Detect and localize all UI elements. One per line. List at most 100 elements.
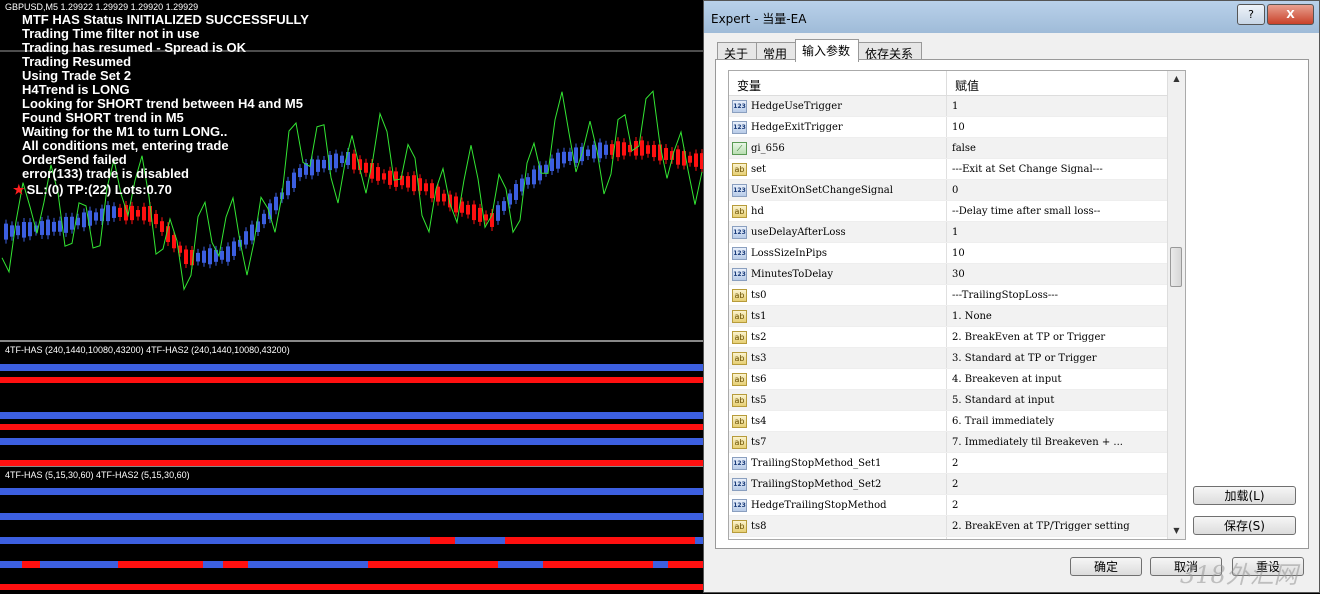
param-name: HedgeTrailingStopMethod bbox=[751, 499, 887, 511]
param-value[interactable]: 10 bbox=[947, 117, 1167, 137]
scroll-down-icon[interactable]: ▼ bbox=[1168, 523, 1185, 539]
param-row-BreakEvenLock_Set1[interactable]: 123BreakEvenLock_Set120 bbox=[729, 537, 1185, 539]
param-name-cell[interactable]: ab ts0 bbox=[729, 285, 947, 305]
param-name-cell[interactable]: 123 HedgeExitTrigger bbox=[729, 117, 947, 137]
param-value[interactable]: 2. BreakEven at TP/Trigger setting bbox=[947, 516, 1167, 536]
param-name-cell[interactable]: ab hd bbox=[729, 201, 947, 221]
candle-body bbox=[382, 173, 386, 180]
param-value[interactable]: 2. BreakEven at TP or Trigger bbox=[947, 327, 1167, 347]
star-icon: ★ bbox=[13, 182, 25, 197]
param-name-cell[interactable]: 123 HedgeTrailingStopMethod bbox=[729, 495, 947, 515]
param-row-HedgeUseTrigger[interactable]: 123 HedgeUseTrigger 1 bbox=[729, 96, 1185, 117]
param-row-LossSizeInPips[interactable]: 123 LossSizeInPips 10 bbox=[729, 243, 1185, 264]
candle-body bbox=[220, 250, 224, 260]
param-name-cell[interactable]: ab set bbox=[729, 159, 947, 179]
str-type-icon: ab bbox=[732, 204, 747, 218]
param-value[interactable]: 0 bbox=[947, 180, 1167, 200]
param-value[interactable]: ---TrailingStopLoss--- bbox=[947, 285, 1167, 305]
param-name-cell[interactable]: 123 TrailingStopMethod_Set1 bbox=[729, 453, 947, 473]
param-name-cell[interactable]: ab ts1 bbox=[729, 306, 947, 326]
param-name-cell[interactable]: 123 useDelayAfterLoss bbox=[729, 222, 947, 242]
candle-body bbox=[196, 252, 200, 262]
param-name-cell[interactable]: ⟋ gi_656 bbox=[729, 138, 947, 158]
param-value[interactable]: 5. Standard at input bbox=[947, 390, 1167, 410]
param-value[interactable]: 30 bbox=[947, 264, 1167, 284]
param-row-ts2[interactable]: ab ts2 2. BreakEven at TP or Trigger bbox=[729, 327, 1185, 348]
param-row-set[interactable]: ab set ---Exit at Set Change Signal--- bbox=[729, 159, 1185, 180]
save-button[interactable]: 保存(S) bbox=[1193, 516, 1296, 535]
help-button[interactable]: ? bbox=[1237, 4, 1265, 25]
param-name-cell[interactable]: ab ts5 bbox=[729, 390, 947, 410]
param-row-HedgeExitTrigger[interactable]: 123 HedgeExitTrigger 10 bbox=[729, 117, 1185, 138]
header-variable[interactable]: 变量 bbox=[729, 71, 947, 95]
param-value[interactable]: 1. None bbox=[947, 306, 1167, 326]
price-chart[interactable]: GBPUSD,M5 1.29922 1.29929 1.29920 1.2992… bbox=[0, 0, 707, 341]
candle-body bbox=[502, 201, 506, 211]
dialog-titlebar[interactable]: Expert - 当量-EA ? X bbox=[704, 1, 1319, 33]
close-button[interactable]: X bbox=[1267, 4, 1314, 25]
param-name-cell[interactable]: 123 HedgeUseTrigger bbox=[729, 96, 947, 116]
scroll-up-icon[interactable]: ▲ bbox=[1168, 71, 1185, 87]
param-value[interactable]: ---Exit at Set Change Signal--- bbox=[947, 159, 1167, 179]
param-row-TrailingStopMethod_Set2[interactable]: 123 TrailingStopMethod_Set2 2 bbox=[729, 474, 1185, 495]
param-name-cell[interactable]: ab ts2 bbox=[729, 327, 947, 347]
candle-body bbox=[250, 224, 254, 241]
candle-body bbox=[70, 216, 74, 230]
param-row-MinutesToDelay[interactable]: 123 MinutesToDelay 30 bbox=[729, 264, 1185, 285]
candle-body bbox=[592, 144, 596, 159]
candle-body bbox=[568, 151, 572, 162]
param-row-ts5[interactable]: ab ts5 5. Standard at input bbox=[729, 390, 1185, 411]
param-value[interactable]: 20 bbox=[947, 537, 1167, 539]
param-row-ts7[interactable]: ab ts7 7. Immediately til Breakeven + ... bbox=[729, 432, 1185, 453]
ok-button[interactable]: 确定 bbox=[1070, 557, 1142, 576]
param-value[interactable]: 2 bbox=[947, 474, 1167, 494]
param-value[interactable]: 2 bbox=[947, 453, 1167, 473]
param-row-ts1[interactable]: ab ts1 1. None bbox=[729, 306, 1185, 327]
param-row-useDelayAfterLoss[interactable]: 123 useDelayAfterLoss 1 bbox=[729, 222, 1185, 243]
param-name-cell[interactable]: ab ts6 bbox=[729, 369, 947, 389]
scroll-thumb[interactable] bbox=[1170, 247, 1182, 287]
param-value[interactable]: 6. Trail immediately bbox=[947, 411, 1167, 431]
param-row-ts8[interactable]: ab ts8 2. BreakEven at TP/Trigger setting bbox=[729, 516, 1185, 537]
tab-inputs[interactable]: 输入参数 bbox=[795, 39, 860, 62]
load-button[interactable]: 加载(L) bbox=[1193, 486, 1296, 505]
candle-body bbox=[442, 193, 446, 202]
candle-body bbox=[214, 249, 218, 262]
param-row-UseExitOnSetChangeSignal[interactable]: 123 UseExitOnSetChangeSignal 0 bbox=[729, 180, 1185, 201]
candle-body bbox=[526, 177, 530, 185]
param-name-cell[interactable]: 123 UseExitOnSetChangeSignal bbox=[729, 180, 947, 200]
param-row-ts3[interactable]: ab ts3 3. Standard at TP or Trigger bbox=[729, 348, 1185, 369]
param-value[interactable]: 1 bbox=[947, 96, 1167, 116]
param-value[interactable]: --Delay time after small loss-- bbox=[947, 201, 1167, 221]
param-row-gi_656[interactable]: ⟋ gi_656 false bbox=[729, 138, 1185, 159]
param-row-hd[interactable]: ab hd --Delay time after small loss-- bbox=[729, 201, 1185, 222]
candle-body bbox=[598, 142, 602, 159]
param-value[interactable]: false bbox=[947, 138, 1167, 158]
param-name-cell[interactable]: ab ts4 bbox=[729, 411, 947, 431]
param-name-cell[interactable]: ab ts8 bbox=[729, 516, 947, 536]
param-name-cell[interactable]: 123 MinutesToDelay bbox=[729, 264, 947, 284]
param-value[interactable]: 10 bbox=[947, 243, 1167, 263]
header-value[interactable]: 赋值 bbox=[947, 71, 1167, 95]
param-name-cell[interactable]: ab ts7 bbox=[729, 432, 947, 452]
param-value[interactable]: 7. Immediately til Breakeven + ... bbox=[947, 432, 1167, 452]
param-value[interactable]: 3. Standard at TP or Trigger bbox=[947, 348, 1167, 368]
param-name-cell[interactable]: 123 LossSizeInPips bbox=[729, 243, 947, 263]
param-name-cell[interactable]: ab ts3 bbox=[729, 348, 947, 368]
param-row-ts4[interactable]: ab ts4 6. Trail immediately bbox=[729, 411, 1185, 432]
param-row-ts0[interactable]: ab ts0 ---TrailingStopLoss--- bbox=[729, 285, 1185, 306]
param-row-TrailingStopMethod_Set1[interactable]: 123 TrailingStopMethod_Set1 2 bbox=[729, 453, 1185, 474]
param-value[interactable]: 1 bbox=[947, 222, 1167, 242]
candle-body bbox=[184, 249, 188, 265]
param-value[interactable]: 2 bbox=[947, 495, 1167, 515]
param-value[interactable]: 4. Breakeven at input bbox=[947, 369, 1167, 389]
str-type-icon: ab bbox=[732, 435, 747, 449]
candle-body bbox=[94, 212, 98, 221]
indicator-panel-2[interactable]: 4TF-HAS (5,15,30,60) 4TF-HAS2 (5,15,30,6… bbox=[0, 466, 706, 594]
param-row-HedgeTrailingStopMethod[interactable]: 123 HedgeTrailingStopMethod 2 bbox=[729, 495, 1185, 516]
params-scrollbar[interactable]: ▲ ▼ bbox=[1167, 71, 1185, 539]
param-name-cell[interactable]: 123BreakEvenLock_Set1 bbox=[729, 537, 947, 539]
param-row-ts6[interactable]: ab ts6 4. Breakeven at input bbox=[729, 369, 1185, 390]
indicator-panel-1[interactable]: 4TF-HAS (240,1440,10080,43200) 4TF-HAS2 … bbox=[0, 341, 706, 466]
param-name-cell[interactable]: 123 TrailingStopMethod_Set2 bbox=[729, 474, 947, 494]
